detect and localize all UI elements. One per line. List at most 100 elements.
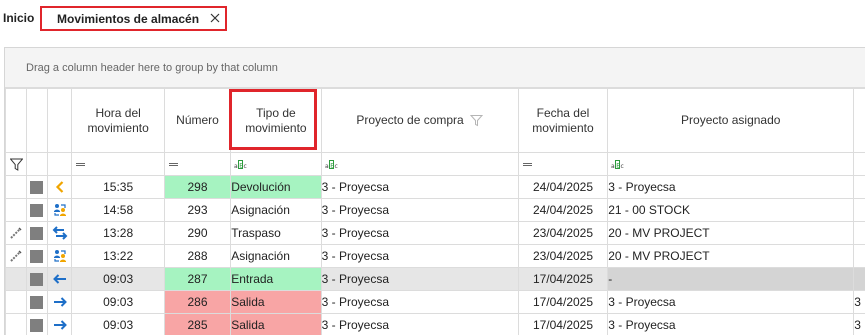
tab-bar: Inicio Movimientos de almacén: [0, 0, 865, 34]
cell-hora: 15:35: [71, 175, 165, 199]
column-header-proyecto-compra[interactable]: Proyecto de compra: [320, 88, 519, 153]
cell-proyecto-asignado: -: [607, 267, 855, 291]
row-select-cell[interactable]: [5, 175, 27, 199]
arrow-right-icon: [53, 297, 67, 308]
filter-row: aBc aBc aBc: [5, 152, 865, 176]
table-row[interactable]: 14:58 293 Asignación 3 - Proyecsa 24/04/…: [5, 198, 865, 222]
filter-cell-empty: [46, 152, 73, 176]
filter-cell-fecha[interactable]: [517, 152, 609, 176]
filter-cell-numero[interactable]: [163, 152, 232, 176]
filter-cell-proyecto-compra[interactable]: aBc: [320, 152, 519, 176]
column-title-tipo: Tipo de movimiento: [245, 105, 307, 135]
cell-proyecto-compra: 3 - Proyecsa: [320, 313, 519, 335]
filter-icon[interactable]: [470, 114, 484, 127]
equals-operator-icon[interactable]: [522, 163, 532, 167]
row-status-cell: [25, 313, 48, 335]
table-row[interactable]: 09:03 287 Entrada 3 - Proyecsa 17/04/202…: [5, 267, 865, 291]
home-tab[interactable]: Inicio: [3, 11, 34, 25]
cell-tipo: Devolución: [230, 175, 322, 199]
row-select-cell[interactable]: [5, 221, 27, 245]
row-status-cell: [25, 267, 48, 291]
row-type-icon-cell: [46, 244, 73, 268]
table-row[interactable]: 13:28 290 Traspaso 3 - Proyecsa 23/04/20…: [5, 221, 865, 245]
row-type-icon-cell: [46, 221, 73, 245]
cell-proyecto-compra: 3 - Proyecsa: [320, 175, 519, 199]
row-type-icon-cell: [46, 267, 73, 291]
row-type-icon-cell: [46, 313, 73, 335]
cell-proyecto-asignado: 20 - MV PROJECT: [607, 244, 855, 268]
chevron-left-icon: [55, 181, 63, 194]
cell-fecha: 24/04/2025: [517, 175, 609, 199]
close-icon[interactable]: [208, 10, 222, 26]
column-header-hora[interactable]: Hora del movimiento: [71, 88, 165, 153]
equals-operator-icon[interactable]: [168, 163, 178, 167]
cell-hora: 13:22: [71, 244, 165, 268]
header-empty-2: [25, 88, 48, 153]
cell-proyecto-asignado: 3 - Proyecsa: [607, 175, 855, 199]
status-square-icon: [30, 319, 44, 333]
table-row[interactable]: 09:03 286 Salida 3 - Proyecsa 17/04/2025…: [5, 290, 865, 314]
row-type-icon-cell: [46, 198, 73, 222]
tab-label: Movimientos de almacén: [57, 12, 200, 26]
filter-cell-tipo[interactable]: aBc: [230, 152, 322, 176]
group-by-hint: Drag a column header here to group by th…: [26, 62, 278, 74]
svg-text:a: a: [611, 163, 615, 169]
transfer-icon: [52, 226, 67, 240]
filter-cell-proyecto-asignado[interactable]: aBc: [607, 152, 855, 176]
cell-fecha: 17/04/2025: [517, 267, 609, 291]
cell-numero: 290: [163, 221, 232, 245]
filter-icon[interactable]: [10, 158, 23, 171]
column-title-fecha: Fecha del movimiento: [532, 105, 594, 135]
svg-text:c: c: [334, 163, 337, 169]
svg-text:a: a: [325, 163, 329, 169]
svg-text:c: c: [621, 163, 624, 169]
text-contains-icon[interactable]: aBc: [611, 160, 625, 169]
cell-overflow: 3: [853, 290, 865, 314]
table-row[interactable]: 15:35 298 Devolución 3 - Proyecsa 24/04/…: [5, 175, 865, 199]
status-square-icon: [30, 204, 44, 218]
cell-hora: 09:03: [71, 313, 165, 335]
text-contains-icon[interactable]: aBc: [234, 160, 248, 169]
text-contains-icon[interactable]: aBc: [325, 160, 339, 169]
group-by-panel[interactable]: Drag a column header here to group by th…: [5, 48, 865, 88]
column-title-proyecto-asignado: Proyecto asignado: [681, 113, 781, 127]
cell-proyecto-asignado: 3 - Proyecsa: [607, 313, 855, 335]
edit-pencil-icon[interactable]: [9, 249, 23, 263]
edit-pencil-icon[interactable]: [9, 226, 23, 240]
status-square-icon: [30, 250, 44, 264]
cell-proyecto-asignado: 20 - MV PROJECT: [607, 221, 855, 245]
cell-tipo: Asignación: [230, 198, 322, 222]
equals-operator-icon[interactable]: [76, 163, 86, 167]
row-select-cell[interactable]: [5, 313, 27, 335]
tab-movimientos-almacen[interactable]: Movimientos de almacén: [40, 6, 227, 31]
table-row[interactable]: 09:03 285 Salida 3 - Proyecsa 17/04/2025…: [5, 313, 865, 335]
cell-hora: 14:58: [71, 198, 165, 222]
cell-tipo: Asignación: [230, 244, 322, 268]
table-row[interactable]: 13:22 288 Asignación 3 - Proyecsa 23/04/…: [5, 244, 865, 268]
column-header-tipo[interactable]: Tipo de movimiento: [230, 88, 322, 153]
row-select-cell[interactable]: [5, 244, 27, 268]
cell-fecha: 17/04/2025: [517, 290, 609, 314]
cell-tipo: Salida: [230, 313, 322, 335]
column-header-proyecto-asignado[interactable]: Proyecto asignado: [607, 88, 855, 153]
column-header-fecha[interactable]: Fecha del movimiento: [517, 88, 609, 153]
row-select-cell[interactable]: [5, 267, 27, 291]
row-status-cell: [25, 175, 48, 199]
filter-cell-hora[interactable]: [71, 152, 165, 176]
filter-row-toggle[interactable]: [5, 152, 27, 176]
row-select-cell[interactable]: [5, 198, 27, 222]
row-status-cell: [25, 221, 48, 245]
cell-numero: 293: [163, 198, 232, 222]
cell-numero: 298: [163, 175, 232, 199]
cell-numero: 286: [163, 290, 232, 314]
column-header-numero[interactable]: Número: [163, 88, 232, 153]
status-square-icon: [30, 273, 44, 287]
cell-overflow: [853, 267, 865, 291]
row-select-cell[interactable]: [5, 290, 27, 314]
cell-overflow: [853, 244, 865, 268]
status-square-icon: [30, 296, 44, 310]
cell-overflow: [853, 198, 865, 222]
status-square-icon: [30, 181, 44, 195]
row-status-cell: [25, 198, 48, 222]
column-title-proyecto-compra: Proyecto de compra: [356, 113, 464, 127]
